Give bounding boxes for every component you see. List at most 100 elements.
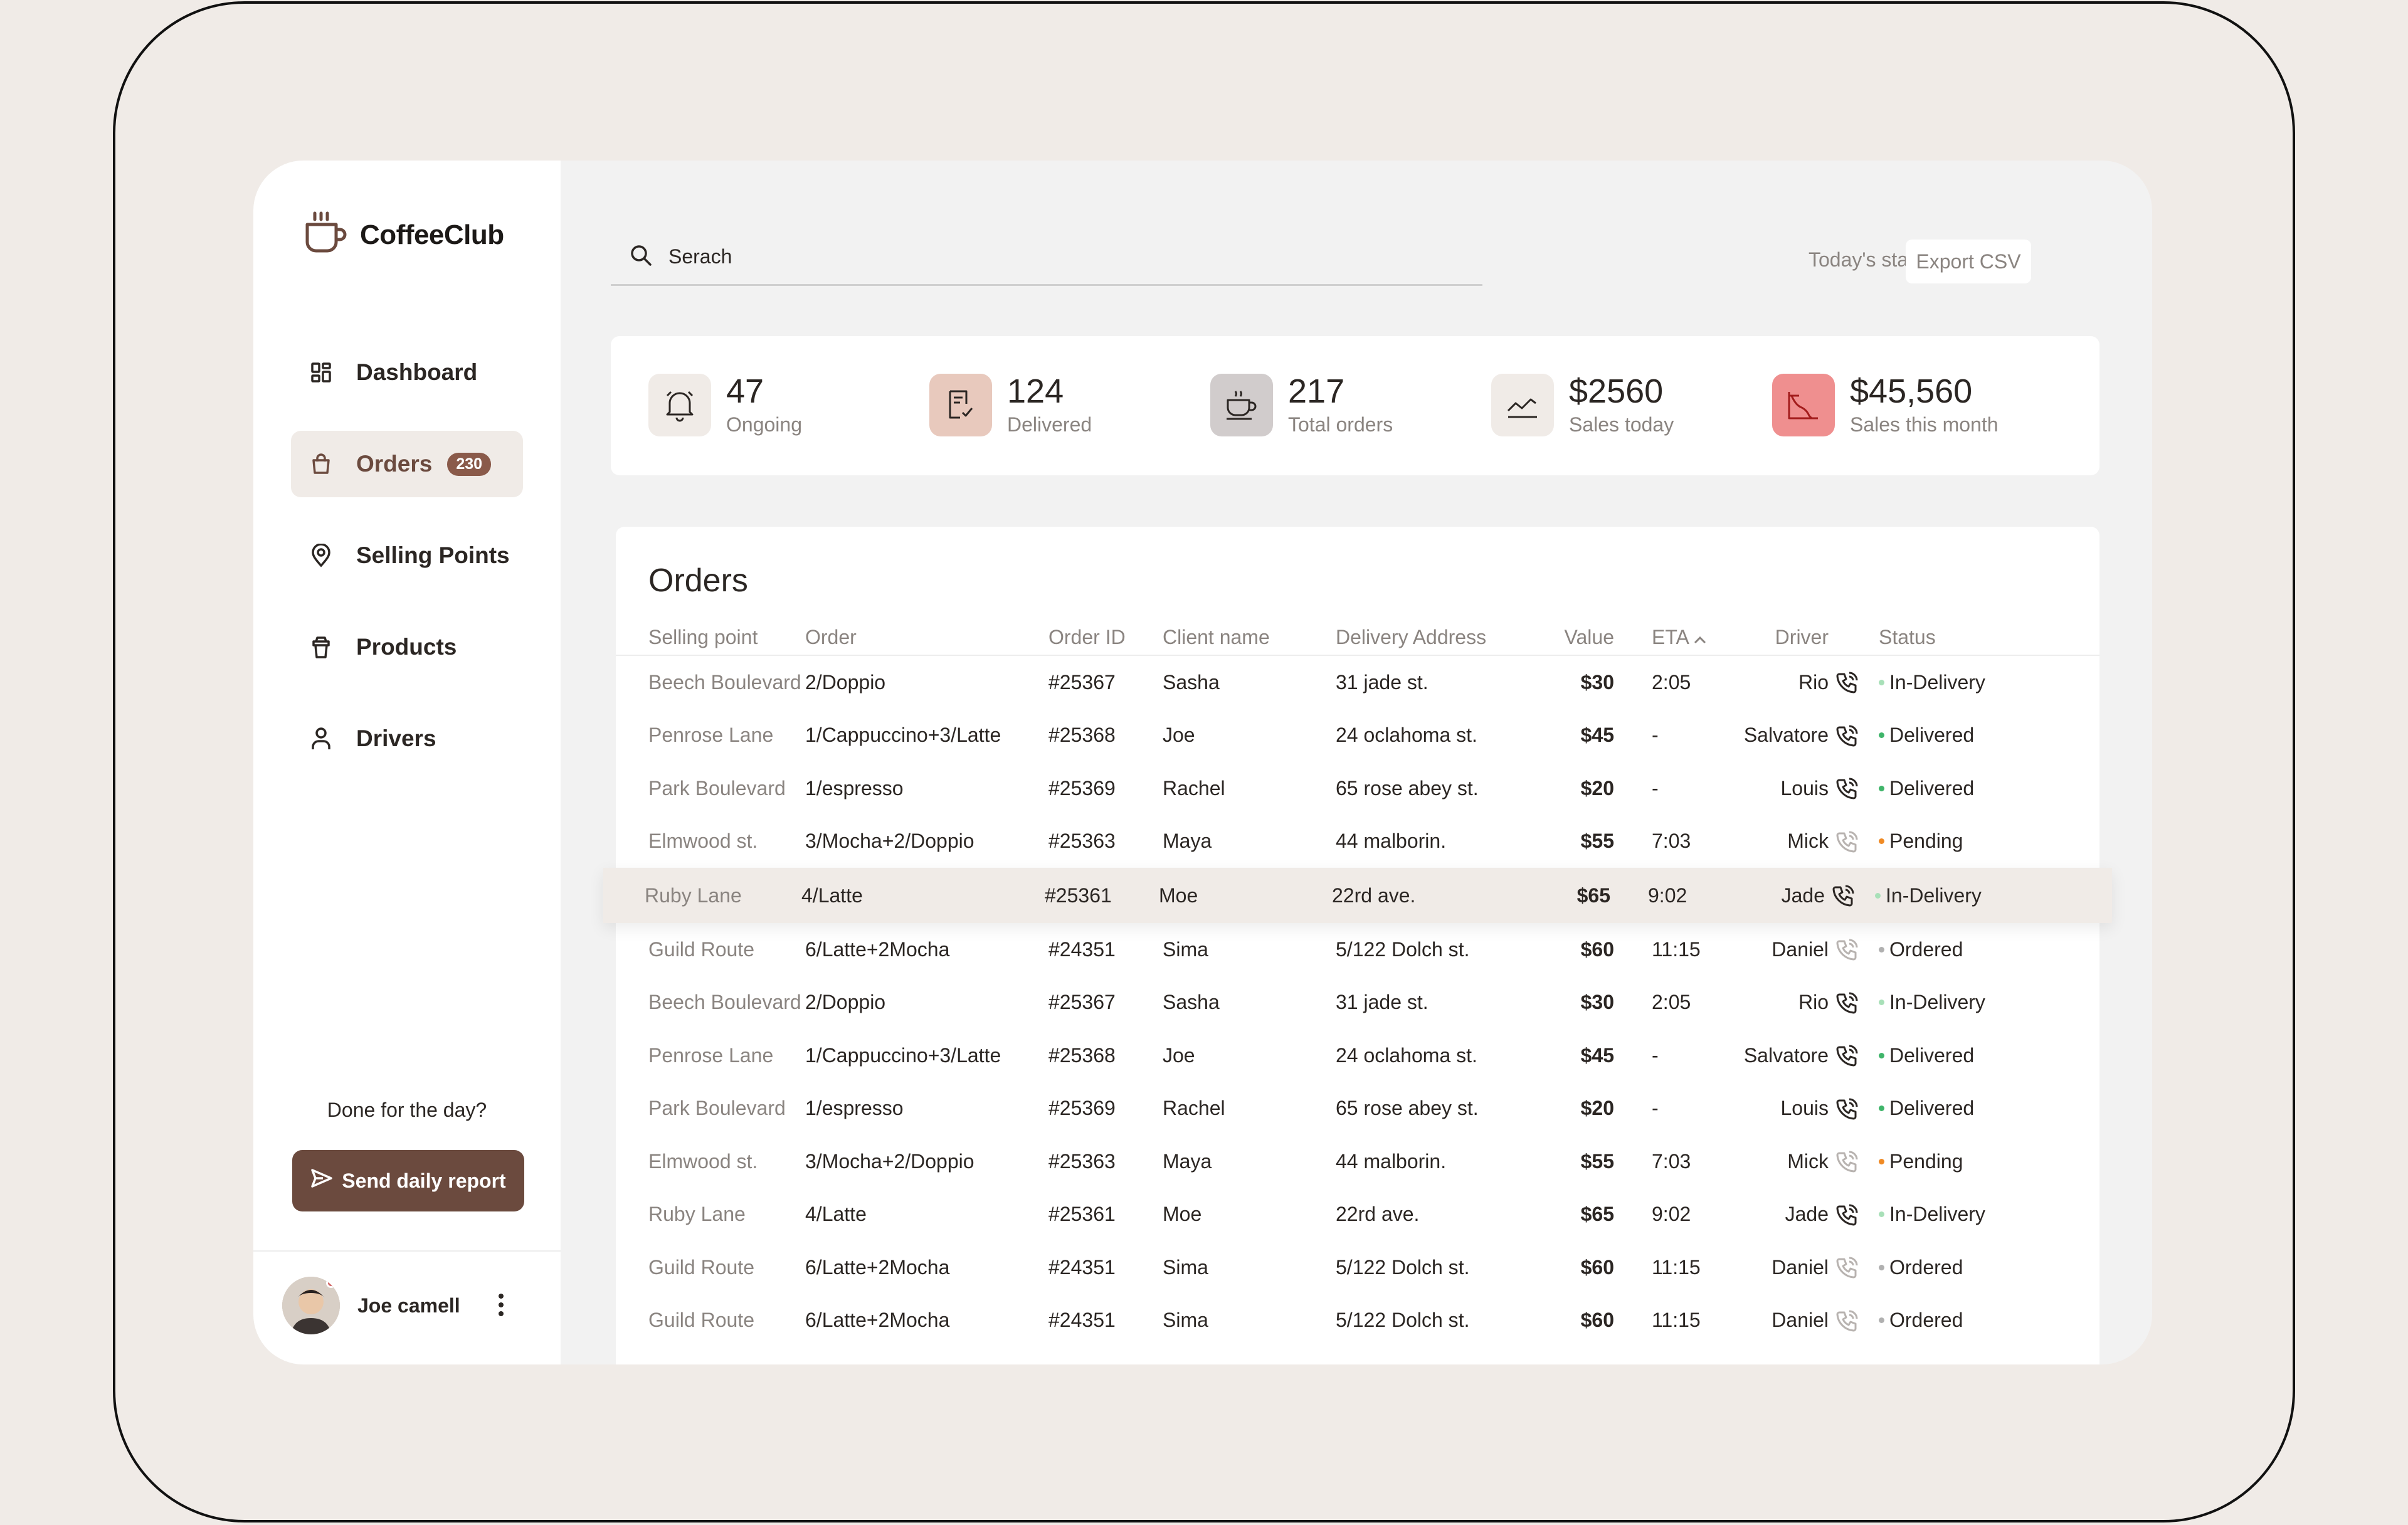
cell-order: 4/Latte: [801, 884, 863, 907]
export-csv-button[interactable]: Export CSV: [1906, 240, 2031, 283]
logo[interactable]: CoffeeClub: [304, 211, 504, 259]
column-header[interactable]: Client name: [1163, 626, 1336, 649]
phone-icon[interactable]: [1829, 991, 1866, 1015]
table-row[interactable]: Guild Route 6/Latte+2Mocha #24351 Sima 5/122…: [616, 923, 2099, 976]
cell-eta: 9:02: [1652, 1203, 1691, 1226]
sidebar-item-drivers[interactable]: Drivers: [291, 705, 523, 772]
cell-eta: -: [1652, 1043, 1659, 1067]
column-header[interactable]: Value: [1549, 626, 1630, 649]
cell-value: $45: [1580, 724, 1614, 747]
table-row[interactable]: Guild Route 6/Latte+2Mocha #24351 Sima 5/122…: [616, 1294, 2099, 1348]
sidebar-item-dashboard[interactable]: Dashboard: [291, 339, 523, 406]
phone-icon[interactable]: [1829, 1149, 1866, 1173]
phone-icon[interactable]: [1829, 776, 1866, 800]
avatar: [282, 1277, 340, 1334]
column-header-eta[interactable]: ETA: [1630, 626, 1716, 649]
cell-order: 2/Doppio: [805, 991, 886, 1014]
phone-icon[interactable]: [1829, 830, 1866, 853]
cell-eta: 2:05: [1652, 991, 1691, 1014]
table-header: Selling point Order Order ID Client name…: [616, 620, 2099, 656]
table-row[interactable]: Beech Boulevard 2/Doppio #25367 Sasha 31 jad…: [616, 976, 2099, 1030]
sidebar-item-label: Drivers: [356, 726, 436, 751]
status-label: Delivered: [1889, 1097, 1975, 1120]
cell-order: 6/Latte+2Mocha: [805, 1309, 950, 1332]
table-row[interactable]: Elmwood st. 3/Mocha+2/Doppio #25363 Maya 44 …: [616, 1135, 2099, 1188]
cell-driver: Daniel: [1772, 937, 1829, 961]
send-daily-report-button[interactable]: Send daily report: [292, 1150, 524, 1211]
table-row[interactable]: Park Boulevard 1/espresso #25369 Rachel 65 r…: [616, 1082, 2099, 1136]
phone-icon[interactable]: [1829, 724, 1866, 747]
cell-order-id: #25363: [1048, 1149, 1116, 1173]
column-header[interactable]: Order: [805, 626, 1048, 649]
cell-order-id: #25367: [1048, 991, 1116, 1014]
phone-icon[interactable]: [1825, 884, 1862, 907]
search-input[interactable]: [668, 245, 1421, 268]
cell-selling-point: Guild Route: [648, 1309, 754, 1332]
status-dot: [1879, 838, 1884, 845]
cell-delivery-address: 44 malborin.: [1336, 1149, 1447, 1173]
cell-selling-point: Beech Boulevard: [648, 670, 801, 694]
table-row[interactable]: Penrose Lane 1/Cappuccino+3/Latte #25368 Jo…: [616, 709, 2099, 762]
table-row[interactable]: Ruby Lane 4/Latte #25361 Moe 22rd ave. $65 9:0…: [616, 1188, 2099, 1242]
cell-driver: Daniel: [1772, 1255, 1829, 1279]
orders-table-card: Orders Selling point Order Order ID Clie…: [603, 527, 2112, 1364]
cell-order: 6/Latte+2Mocha: [805, 1255, 950, 1279]
column-header[interactable]: Selling point: [616, 626, 805, 649]
sidebar-item-products[interactable]: Products: [291, 614, 523, 680]
cell-driver: Rio: [1798, 670, 1829, 694]
cell-eta: -: [1652, 1097, 1659, 1120]
phone-icon[interactable]: [1829, 670, 1866, 694]
table-row[interactable]: Elmwood st. 3/Mocha+2/Doppio #25363 Maya 44 …: [616, 815, 2099, 868]
phone-icon[interactable]: [1829, 1255, 1866, 1279]
cell-eta: -: [1652, 776, 1659, 799]
column-header[interactable]: Delivery Address: [1336, 626, 1549, 649]
table-row[interactable]: Ruby Lane 4/Latte #25361 Moe 22rd ave. $65 9:0…: [603, 868, 2112, 923]
stats-card: 47 Ongoing 124 Delivered 217 Total order…: [611, 336, 2099, 475]
cell-eta: 9:02: [1648, 884, 1687, 907]
cell-value: $55: [1580, 830, 1614, 853]
cell-value: $20: [1580, 1097, 1614, 1120]
status-label: Ordered: [1889, 1309, 1963, 1332]
cell-value: $30: [1580, 670, 1614, 694]
user-profile[interactable]: Joe camell: [282, 1277, 460, 1334]
cell-selling-point: Elmwood st.: [648, 1149, 758, 1173]
more-options-icon[interactable]: [488, 1289, 514, 1321]
status-dot: [1879, 1000, 1884, 1006]
phone-icon[interactable]: [1829, 937, 1866, 961]
search-icon: [630, 244, 652, 270]
status-dot: [1879, 1158, 1884, 1164]
cell-value: $65: [1580, 1203, 1614, 1226]
phone-icon[interactable]: [1829, 1203, 1866, 1227]
cell-order-id: #25368: [1048, 1043, 1116, 1067]
chart-down-icon: [1772, 374, 1835, 436]
cell-value: $60: [1580, 937, 1614, 961]
sidebar-item-orders[interactable]: Orders 230: [291, 431, 523, 497]
cell-driver: Salvatore: [1743, 724, 1829, 747]
column-header[interactable]: Order ID: [1048, 626, 1163, 649]
cell-order: 1/espresso: [805, 1097, 904, 1120]
table-row[interactable]: Guild Route 6/Latte+2Mocha #24351 Sima 5/122…: [616, 1241, 2099, 1294]
status-label: In-Delivery: [1889, 670, 1985, 694]
cell-delivery-address: 31 jade st.: [1336, 670, 1428, 694]
table-row[interactable]: Park Boulevard 1/espresso #25369 Rachel 65 r…: [616, 762, 2099, 815]
cell-selling-point: Ruby Lane: [648, 1203, 746, 1226]
sidebar-item-selling-points[interactable]: Selling Points: [291, 522, 523, 589]
send-daily-report-label: Send daily report: [342, 1169, 506, 1192]
cell-status: In-Delivery: [1866, 991, 2017, 1014]
cell-selling-point: Beech Boulevard: [648, 991, 801, 1014]
column-header[interactable]: Status: [1866, 626, 2017, 649]
cell-status: In-Delivery: [1866, 671, 2017, 694]
table-row[interactable]: Penrose Lane 1/Cappuccino+3/Latte #25368 Jo…: [616, 1029, 2099, 1082]
cell-order-id: #25361: [1045, 884, 1112, 907]
table-row[interactable]: Beech Boulevard 2/Doppio #25367 Sasha 31 jad…: [616, 656, 2099, 709]
stat-value: 47: [726, 372, 764, 410]
column-header[interactable]: Driver: [1716, 626, 1829, 649]
coffee-cup-icon: [1210, 374, 1273, 436]
orders-table: Selling point Order Order ID Client name…: [603, 620, 2112, 1348]
table-body: Beech Boulevard 2/Doppio #25367 Sasha 31 jad…: [603, 656, 2112, 1348]
stat-sales-today: $2560 Sales today: [1491, 374, 1674, 436]
cell-order: 3/Mocha+2/Doppio: [805, 830, 974, 853]
phone-icon[interactable]: [1829, 1097, 1866, 1121]
phone-icon[interactable]: [1829, 1043, 1866, 1067]
phone-icon[interactable]: [1829, 1309, 1866, 1332]
